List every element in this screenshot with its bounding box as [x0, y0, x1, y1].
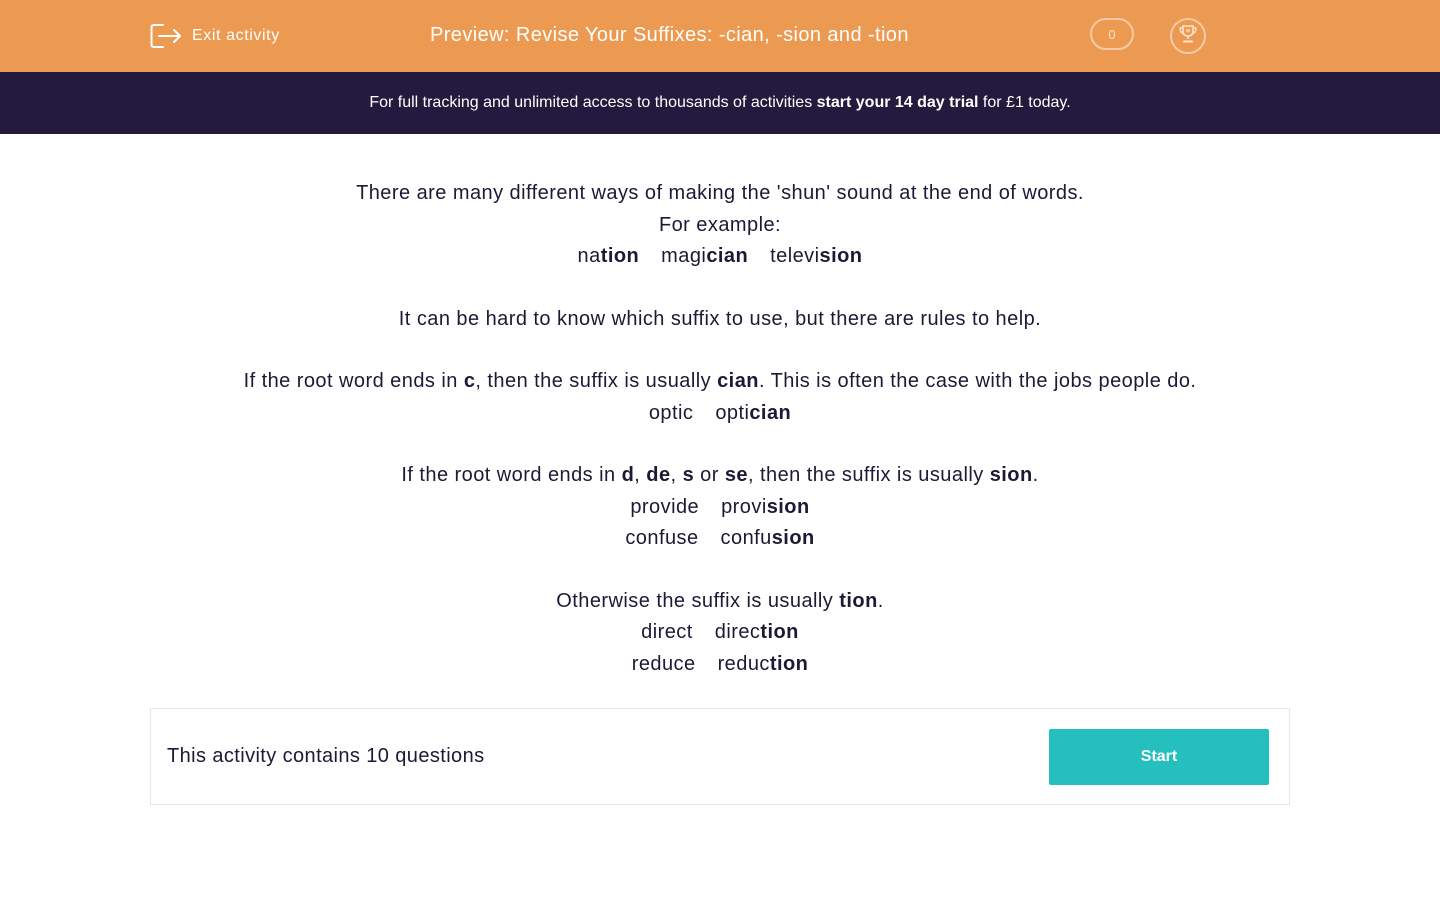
intro-text: There are many different ways of making … — [356, 182, 1084, 204]
example-word: nation — [577, 245, 640, 267]
for-example-label: For example: — [658, 213, 782, 236]
exit-icon — [150, 22, 182, 50]
top-bar: Exit activity Preview: Revise Your Suffi… — [0, 0, 1440, 72]
rule-tion-example: direct direction — [0, 617, 1440, 649]
question-count-text: This activity contains 10 questions — [167, 745, 485, 767]
root-word: direct — [641, 621, 693, 643]
trial-banner: For full tracking and unlimited access t… — [0, 72, 1440, 134]
rule-sion-example: confuse confusion — [0, 523, 1440, 555]
rule-sion-example: provide provision — [0, 492, 1440, 524]
page-title: Preview: Revise Your Suffixes: -cian, -s… — [430, 24, 909, 46]
rule-cian-example: optic optician — [0, 398, 1440, 430]
root-word: provide — [630, 495, 700, 518]
example-words: nation magician television — [0, 241, 1440, 273]
suffixed-word: optician — [715, 401, 792, 424]
trophy-icon — [1177, 23, 1199, 50]
start-button[interactable]: Start — [1049, 729, 1269, 785]
score-badge: 0 — [1090, 18, 1134, 50]
trophy-button[interactable] — [1170, 18, 1206, 54]
trial-banner-link[interactable]: start your 14 day trial — [817, 94, 979, 112]
rule-tion-example: reduce reduction — [0, 649, 1440, 681]
suffixed-word: provision — [721, 495, 810, 518]
example-word: television — [770, 245, 863, 267]
root-word: confuse — [625, 527, 699, 549]
root-word: optic — [648, 401, 694, 424]
suffixed-word: reduction — [717, 652, 809, 675]
example-word: magician — [661, 245, 749, 267]
suffixed-word: confusion — [720, 527, 815, 549]
rule-cian: If the root word ends in c, then the suf… — [243, 370, 1197, 392]
trial-banner-text-after: for £1 today. — [978, 94, 1071, 111]
activity-intro: There are many different ways of making … — [0, 178, 1440, 680]
rules-intro: It can be hard to know which suffix to u… — [398, 307, 1042, 330]
exit-activity-label: Exit activity — [192, 27, 280, 44]
exit-activity-button[interactable]: Exit activity — [150, 22, 280, 50]
suffixed-word: direction — [714, 621, 799, 643]
rule-tion: Otherwise the suffix is usually tion. — [556, 589, 884, 612]
rule-sion: If the root word ends in d, de, s or se,… — [401, 464, 1039, 486]
root-word: reduce — [631, 652, 696, 675]
trial-banner-text-before: For full tracking and unlimited access t… — [369, 94, 817, 111]
activity-start-panel: This activity contains 10 questions Star… — [150, 708, 1290, 805]
